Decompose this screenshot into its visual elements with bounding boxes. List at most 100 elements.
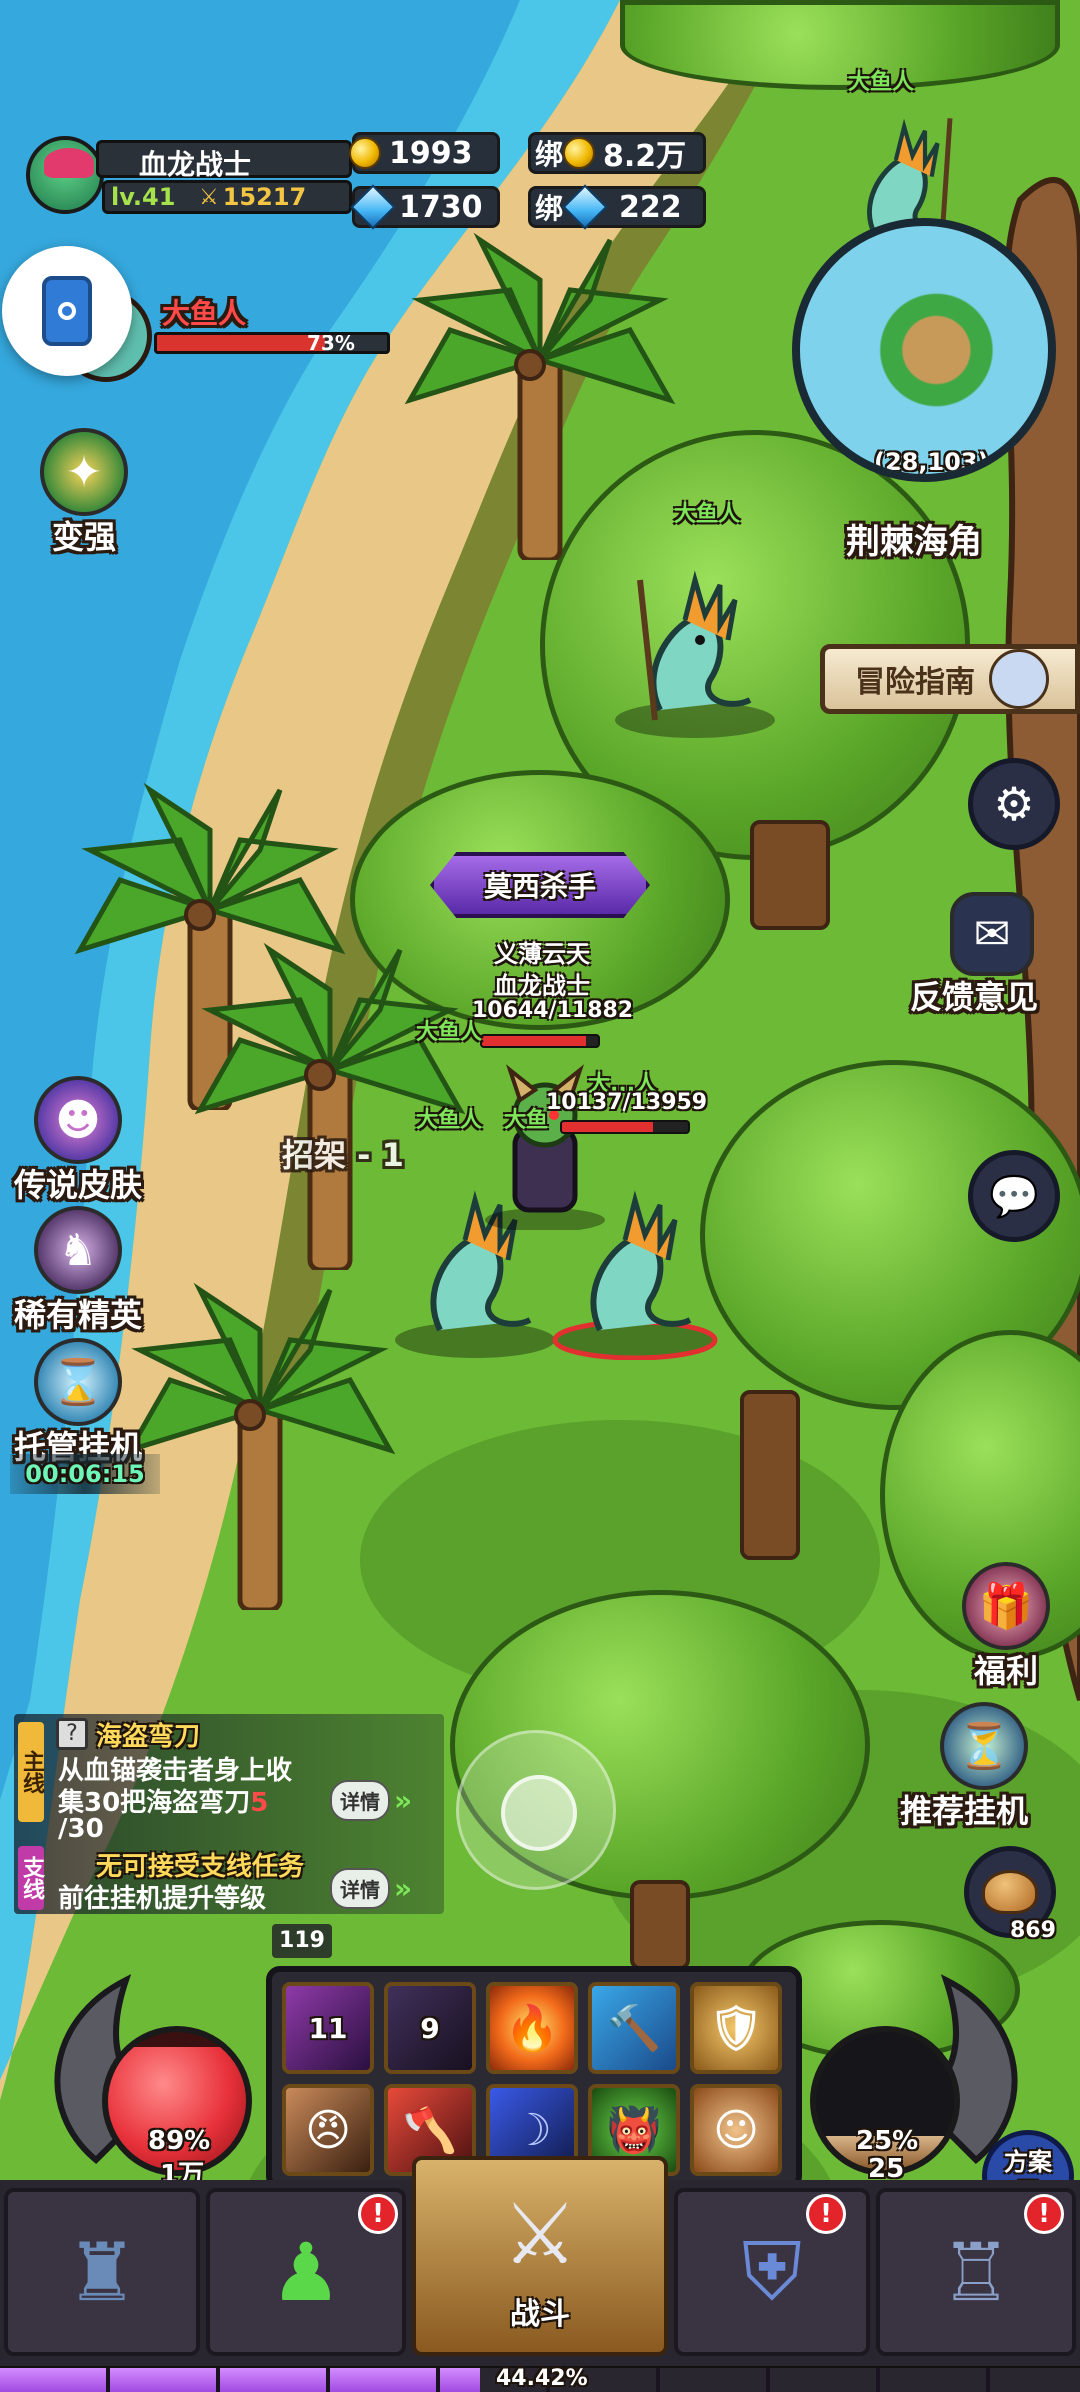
adventure-guide-button[interactable]: 冒险指南 (820, 644, 1080, 714)
skill-slot-buff[interactable]: ☺ (690, 2084, 782, 2176)
axe-icon: 🪓 (402, 2105, 458, 2156)
boss-title: 莫西杀手 (483, 870, 596, 903)
player-avatar[interactable] (26, 136, 104, 214)
tree-trunk (630, 1880, 690, 1970)
chat-button[interactable]: 💬 (968, 1150, 1060, 1242)
enemy-label-3: 大鱼 (504, 1108, 549, 1133)
main-quest-details-button[interactable]: 详情 » (330, 1780, 412, 1821)
diamond-amount: 1730 (399, 189, 483, 225)
skill-count: 119 (279, 1928, 325, 1953)
exp-percent: 44.42% (496, 2366, 588, 2391)
palm-tree (404, 232, 676, 560)
enemy-hp-bar (560, 1120, 690, 1134)
joystick-knob[interactable] (501, 1775, 577, 1851)
enemy-hp-fill (562, 1122, 654, 1132)
bread-icon (982, 1870, 1038, 1914)
bound-gold-amount: 8.2万 (603, 139, 687, 174)
side-quest-tag-text: 支线 (19, 1856, 44, 1900)
bound-diamond-label: 绑 (535, 192, 564, 225)
idle-timer-value: 00:06:15 (25, 1460, 145, 1488)
skill-slot-dagger[interactable]: 9 (384, 1982, 476, 2074)
mp-percent: 25% (856, 2126, 919, 2156)
skill-slot-rage[interactable]: 😠 (282, 2084, 374, 2176)
bound-gold-display[interactable]: 绑 8.2万 (528, 132, 706, 174)
diamond-icon (350, 184, 396, 230)
auto-idle-button[interactable]: ⌛ 托管挂机 (14, 1338, 142, 1468)
battle-emblem-icon: ⚔ (502, 2185, 578, 2283)
player-power: 15217 (222, 183, 307, 211)
main-quest-title: 海盗弯刀 (96, 1722, 201, 1752)
guide-mascot-icon (989, 649, 1049, 709)
player-panel[interactable]: 血龙战士 lv.41 ⚔ 15217 (26, 136, 352, 218)
quest-tracker[interactable]: 主线 ? 海盗弯刀 从血锚袭击者身上收 集30把海盗弯刀5 /30 详情 » 支… (14, 1714, 444, 1914)
target-hp-bar: 73% (154, 332, 390, 354)
recommend-idle-button[interactable]: ⏳ 推荐挂机 (900, 1702, 1028, 1832)
player-level: lv.41 (111, 183, 176, 211)
tree-trunk (740, 1390, 800, 1560)
details-label: 详情 (330, 1780, 390, 1821)
main-quest-tag: 主线 (18, 1722, 44, 1822)
mob-label-top: 大鱼人 (848, 70, 915, 95)
hp-orb[interactable]: 89% 1万 (36, 1960, 276, 2200)
skill-slot-sword[interactable]: 11 (282, 1982, 374, 2074)
details-label: 详情 (330, 1868, 390, 1909)
legend-skin-button[interactable]: ☻ 传说皮肤 (14, 1076, 142, 1206)
nav-battle[interactable]: ⚔ 战斗 (412, 2156, 668, 2356)
bound-diamond-amount: 222 (619, 189, 682, 225)
skill-slot-fire[interactable]: 🔥 (486, 1982, 578, 2074)
bread-count: 869 (1010, 1918, 1056, 1943)
hourglass-icon: ⌛ (34, 1338, 122, 1426)
skill-slot-shield[interactable]: 🛡 (690, 1982, 782, 2074)
fishman-enemy[interactable] (600, 560, 780, 740)
strengthen-button[interactable]: ✦ 变强 (40, 428, 128, 558)
location-name: 荆棘海角 (846, 522, 982, 562)
bound-diamond-display[interactable]: 绑 222 (528, 184, 706, 230)
player-name: 血龙战士 (139, 148, 252, 181)
gold-display[interactable]: 1993 (349, 132, 500, 174)
side-quest-tag: 支线 (18, 1846, 44, 1910)
hp-percent: 89% (148, 2126, 211, 2156)
virtual-joystick[interactable] (456, 1730, 616, 1890)
phone-connect-widget[interactable] (2, 246, 132, 376)
minimap[interactable]: (28,103) (792, 218, 1056, 482)
hero-portrait-icon: ☻ (34, 1076, 122, 1164)
nav-character[interactable]: ♜ (4, 2188, 200, 2356)
diamond-display[interactable]: 1730 (350, 184, 500, 230)
hero-hp-bar (480, 1034, 600, 1048)
welfare-button[interactable]: 🎁 福利 (962, 1562, 1050, 1692)
bound-gold-label: 绑 (535, 138, 564, 171)
mob-label-mid: 大鱼人 (674, 502, 741, 527)
enemy-label-2: 大鱼人 (416, 1020, 483, 1045)
nav-equipment-alert-badge: ! (806, 2194, 846, 2234)
feedback-button[interactable]: ✉ 反馈意见 (910, 892, 1038, 1018)
strengthen-label: 变强 (51, 518, 116, 556)
armor-icon: ⛨ (742, 2225, 802, 2318)
gear-icon: ⚙ (993, 777, 1035, 831)
welfare-label: 福利 (973, 1652, 1038, 1690)
enemy-label-1: 大鱼人 (416, 1108, 483, 1133)
power-icon: ⚔ (199, 184, 219, 210)
skill-count-label: 119 (272, 1924, 332, 1958)
idle-timer: 00:06:15 (10, 1454, 160, 1494)
main-quest-total: /30 (58, 1814, 104, 1844)
hourglass-book-icon: ⏳ (940, 1702, 1028, 1790)
skill-slot-hammer[interactable]: 🔨 (588, 1982, 680, 2074)
gold-amount: 1993 (389, 135, 473, 171)
phone-signal-icon (42, 276, 92, 346)
recommend-idle-label: 推荐挂机 (900, 1792, 1029, 1830)
hooded-hero-icon: ♟ (270, 2225, 342, 2319)
player-name-bar: 血龙战士 (96, 140, 352, 181)
tree-trunk (750, 820, 830, 930)
target-name: 大鱼人 (162, 297, 247, 330)
boss-title-banner: 莫西杀手 (430, 852, 650, 918)
hammer-icon: 🔨 (606, 2003, 662, 2054)
fire-icon: 🔥 (504, 2003, 560, 2054)
rare-elite-button[interactable]: ♞ 稀有精英 (14, 1206, 142, 1336)
exp-bar: 44.42% (0, 2366, 1080, 2392)
tree (620, 0, 1060, 90)
side-quest-details-button[interactable]: 详情 » (330, 1868, 412, 1909)
rare-elite-label: 稀有精英 (14, 1296, 143, 1334)
settings-button[interactable]: ⚙ (968, 758, 1060, 850)
side-quest-desc: 前往挂机提升等级 (58, 1884, 267, 1914)
minimap-coords: (28,103) (874, 448, 989, 476)
